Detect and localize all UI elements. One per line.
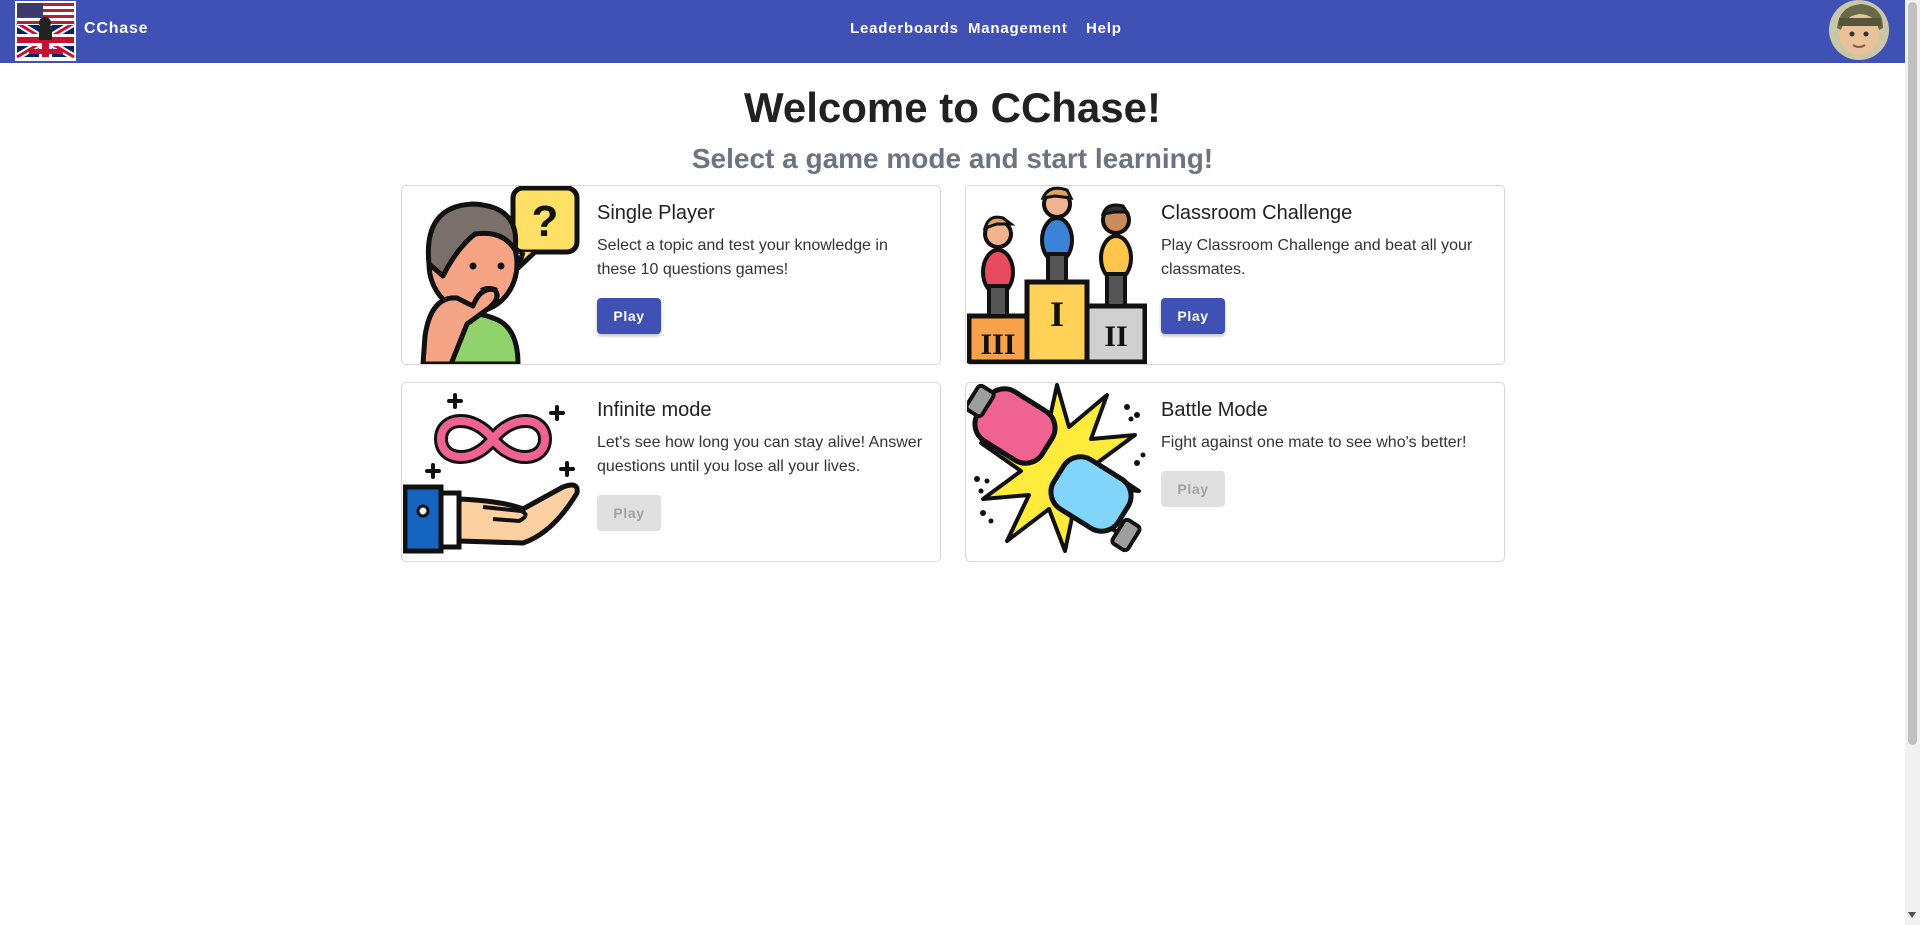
mode-description: Play Classroom Challenge and beat all yo… [1161, 237, 1473, 278]
mode-description: Let's see how long you can stay alive! A… [597, 434, 923, 475]
page-scrollbar[interactable] [1905, 0, 1920, 925]
nav-leaderboards[interactable]: Leaderboards [850, 20, 959, 37]
infinity-hand-icon [402, 383, 583, 561]
mode-description: Fight against one mate to see who's bett… [1161, 434, 1467, 451]
user-avatar-icon[interactable] [1829, 0, 1889, 60]
thinking-boy-question-icon: ? [403, 186, 583, 364]
scrollbar-thumb[interactable] [1908, 2, 1917, 745]
mode-card-battle-mode: Battle Mode Fight against one mate to se… [965, 382, 1505, 562]
mode-description: Select a topic and test your knowledge i… [597, 237, 888, 278]
mode-card-single-player: ? Single Player Select a topic and test … [401, 185, 941, 365]
podium-icon: III I II [966, 186, 1148, 364]
svg-text:I: I [1050, 294, 1064, 334]
single-player-play-button[interactable]: Play [597, 298, 661, 334]
mode-title: Infinite mode [597, 399, 712, 421]
page-subtitle: Select a game mode and start learning! [691, 143, 1214, 174]
svg-text:II: II [1104, 320, 1127, 353]
logo-icon[interactable] [15, 1, 76, 61]
infinite-mode-play-button[interactable]: Play [597, 495, 661, 531]
scroll-down-arrow-icon[interactable] [1908, 912, 1916, 918]
nav-help[interactable]: Help [1086, 20, 1122, 37]
svg-text:?: ? [532, 197, 559, 246]
boxing-gloves-icon [966, 383, 1147, 561]
classroom-challenge-play-button[interactable]: Play [1161, 298, 1225, 334]
page-title: Welcome to CChase! [744, 84, 1161, 131]
mode-title: Battle Mode [1161, 399, 1268, 421]
nav-management[interactable]: Management [968, 20, 1068, 37]
mode-title: Single Player [597, 202, 715, 224]
top-navbar: CChase Leaderboards Management Help [0, 0, 1905, 63]
mode-card-infinite-mode: Infinite mode Let's see how long you can… [401, 382, 941, 562]
mode-card-classroom-challenge: III I II Classroom Challenge Play Classr… [965, 185, 1505, 365]
mode-title: Classroom Challenge [1161, 202, 1353, 224]
brand-name[interactable]: CChase [84, 20, 148, 38]
svg-text:III: III [980, 328, 1015, 361]
battle-mode-play-button[interactable]: Play [1161, 471, 1225, 507]
